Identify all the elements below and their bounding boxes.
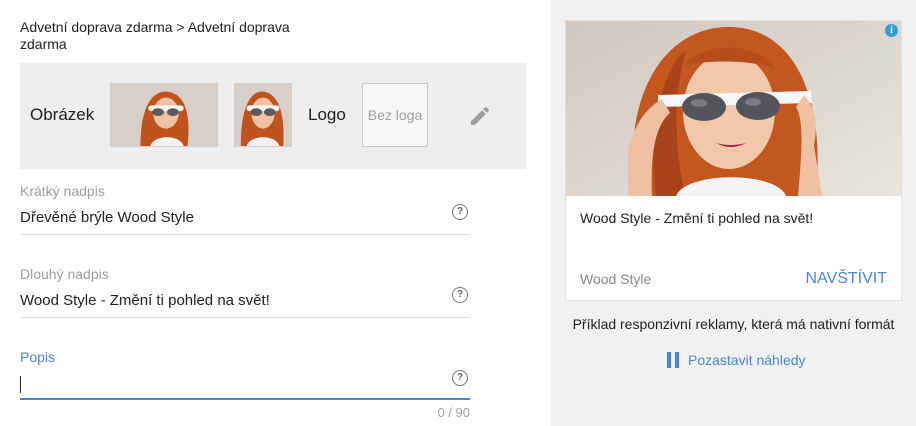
text-caret xyxy=(20,375,21,393)
long-headline-input[interactable]: Wood Style - Změní ti pohled na svět! xyxy=(20,292,470,312)
ad-business-name: Wood Style xyxy=(580,271,652,287)
help-icon[interactable]: ? xyxy=(452,287,468,303)
ad-preview-image: i xyxy=(566,21,901,196)
image-thumbnail-landscape[interactable] xyxy=(110,83,218,147)
pause-previews-button[interactable]: Pozastavit náhledy xyxy=(667,351,806,369)
image-panel: Obrázek Logo Bez loga xyxy=(20,63,526,169)
description-label: Popis xyxy=(20,349,56,365)
description-underline-active xyxy=(20,398,470,400)
visit-button[interactable]: NAVŠTÍVIT xyxy=(806,270,888,288)
short-headline-field[interactable]: Krátký nadpis Dřevěné brýle Wood Style ? xyxy=(20,183,470,235)
info-icon[interactable]: i xyxy=(885,24,898,37)
pause-previews-label: Pozastavit náhledy xyxy=(688,352,806,368)
ad-headline: Wood Style - Změní ti pohled na svět! xyxy=(580,210,814,226)
image-thumbnail-square[interactable] xyxy=(234,83,292,147)
help-icon[interactable]: ? xyxy=(452,370,468,386)
short-headline-label: Krátký nadpis xyxy=(20,183,105,199)
logo-label: Logo xyxy=(308,105,346,124)
short-headline-input[interactable]: Dřevěné brýle Wood Style xyxy=(20,209,470,229)
pencil-icon[interactable] xyxy=(468,104,492,128)
description-input[interactable] xyxy=(20,375,470,395)
breadcrumb: Advetní doprava zdarma > Advetní doprava… xyxy=(20,19,290,52)
long-headline-field[interactable]: Dlouhý nadpis Wood Style - Změní ti pohl… xyxy=(20,266,470,318)
ad-preview-card[interactable]: i Wood Style - Změní ti pohled na svět! … xyxy=(566,21,901,300)
help-icon[interactable]: ? xyxy=(452,204,468,220)
preview-caption: Příklad responzivní reklamy, která má na… xyxy=(572,316,895,332)
pause-icon xyxy=(667,352,680,368)
short-headline-underline xyxy=(20,234,470,235)
long-headline-underline xyxy=(20,317,470,318)
ad-editor-panel: Advetní doprava zdarma > Advetní doprava… xyxy=(0,0,551,426)
no-logo-placeholder[interactable]: Bez loga xyxy=(362,83,428,147)
character-counter: 0 / 90 xyxy=(437,405,470,420)
image-label: Obrázek xyxy=(30,105,95,124)
description-field[interactable]: Popis ? xyxy=(20,349,470,400)
long-headline-label: Dlouhý nadpis xyxy=(20,266,109,282)
